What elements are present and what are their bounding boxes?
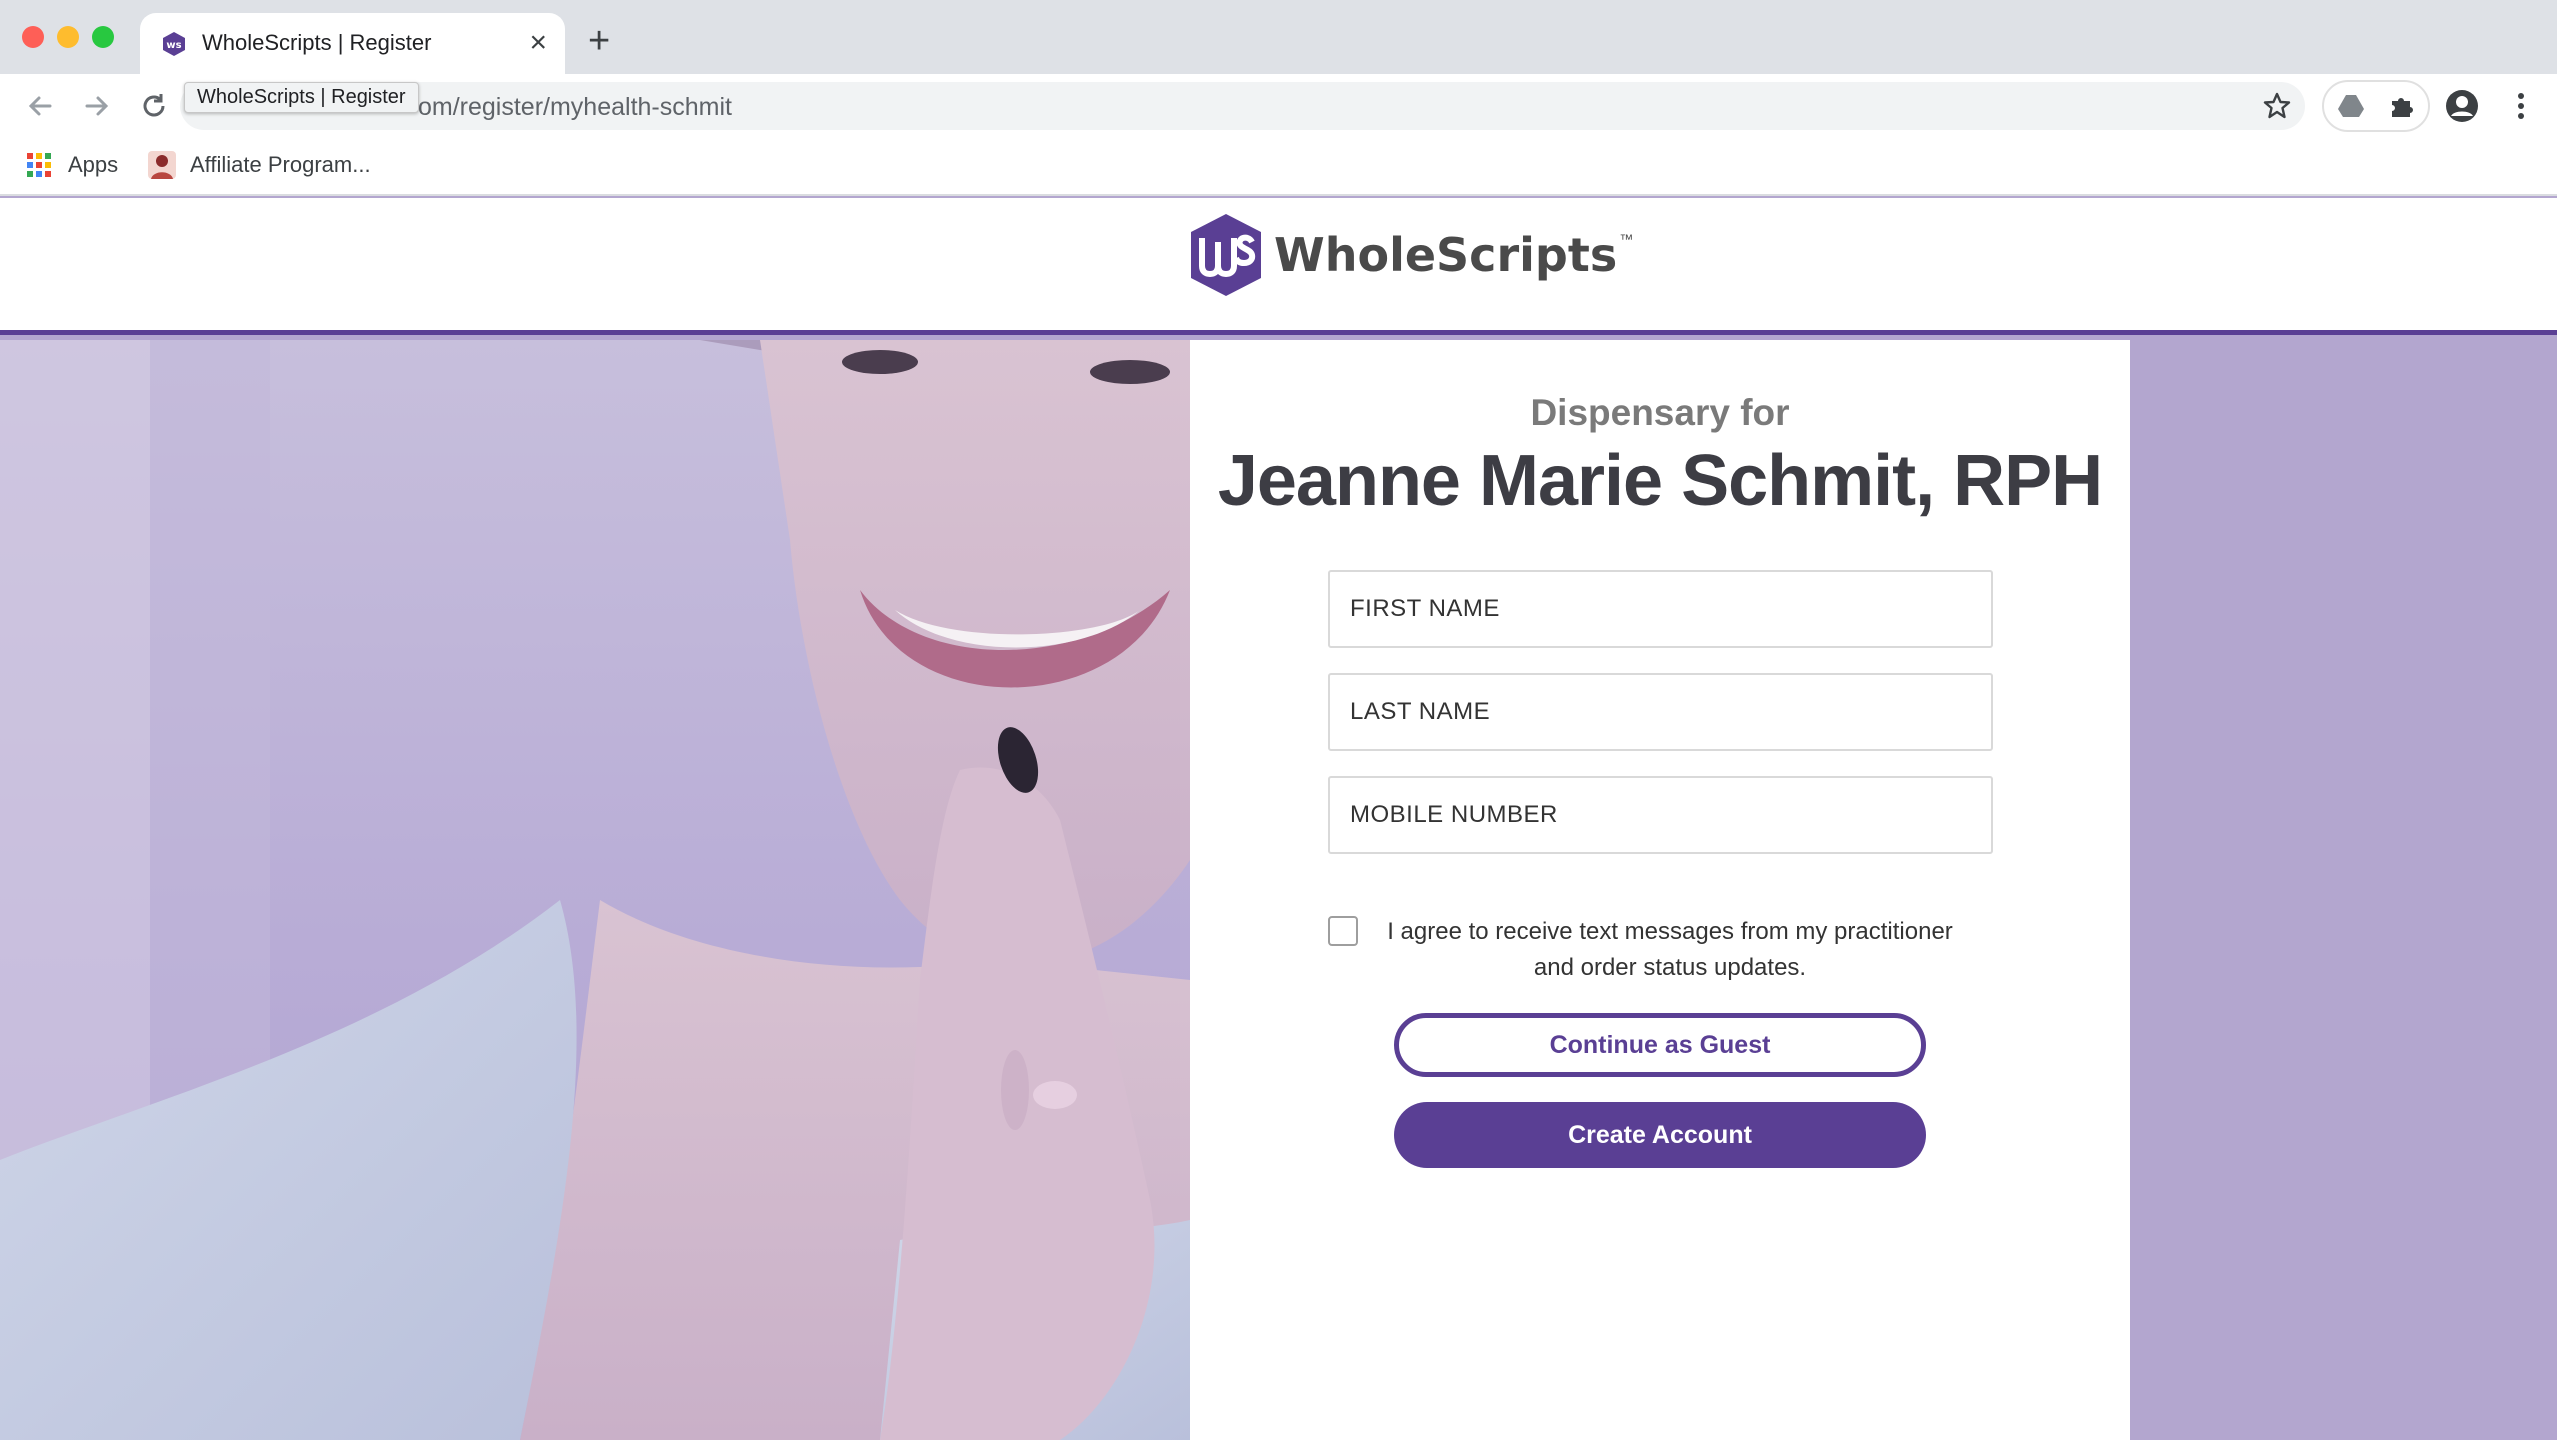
logo-wordmark: WholeScripts (1274, 228, 1618, 282)
bookmarks-bar: Apps Affiliate Program... (0, 138, 2557, 196)
google-drive-icon[interactable] (2336, 91, 2366, 121)
mobile-number-input[interactable] (1330, 778, 1991, 852)
forward-arrow-icon[interactable] (77, 86, 117, 126)
continue-as-guest-button[interactable]: Continue as Guest (1394, 1013, 1926, 1077)
affiliate-favicon-icon (148, 151, 176, 179)
svg-text:ws: ws (166, 40, 181, 51)
tab-close-icon[interactable]: × (529, 26, 547, 60)
registration-card: Dispensary for Jeanne Marie Schmit, RPH … (1190, 340, 2130, 1440)
wholescripts-logo-mark-icon (1191, 214, 1261, 296)
tab-hover-tooltip: WholeScripts | Register (184, 82, 419, 113)
logo-trademark: ™ (1619, 231, 1634, 247)
reload-icon[interactable] (134, 86, 174, 126)
browser-tab-strip: ws WholeScripts | Register × + (0, 0, 2557, 74)
create-account-button[interactable]: Create Account (1394, 1102, 1926, 1168)
more-menu-icon[interactable] (2506, 90, 2536, 122)
sms-consent-label: I agree to receive text messages from my… (1387, 918, 1953, 981)
dispensary-subtitle: Dispensary for (1530, 392, 1790, 433)
bookmark-affiliate-program[interactable]: Affiliate Program... (148, 150, 371, 180)
bookmark-label: Apps (68, 152, 119, 177)
back-arrow-icon[interactable] (20, 86, 60, 126)
maximize-window-button[interactable] (92, 26, 114, 48)
sms-consent-checkbox[interactable] (1328, 916, 1358, 946)
minimize-window-button[interactable] (57, 26, 79, 48)
background-panel-right (2130, 340, 2557, 1440)
address-bar[interactable]: om/register/myhealth-schmit (180, 82, 2305, 130)
tab-title: WholeScripts | Register (202, 30, 432, 55)
last-name-input[interactable] (1330, 675, 1991, 749)
apps-grid-icon (27, 153, 51, 177)
bookmark-apps[interactable]: Apps (26, 150, 118, 180)
wholescripts-favicon-icon: ws (163, 32, 185, 56)
new-tab-button[interactable]: + (588, 22, 610, 60)
first-name-field[interactable] (1328, 570, 1993, 648)
hero-photo (0, 340, 1190, 1440)
address-bar-url: om/register/myhealth-schmit (418, 93, 732, 121)
extensions-group (2322, 80, 2430, 132)
woman-taking-pill-illustration (0, 340, 1190, 1440)
bookmark-label: Affiliate Program... (190, 152, 371, 177)
puzzle-extensions-icon[interactable] (2386, 91, 2416, 121)
browser-tab-active[interactable]: ws WholeScripts | Register × (140, 13, 565, 74)
last-name-field[interactable] (1328, 673, 1993, 751)
first-name-input[interactable] (1330, 572, 1991, 646)
mobile-number-field[interactable] (1328, 776, 1993, 854)
close-window-button[interactable] (22, 26, 44, 48)
profile-avatar-icon[interactable] (2444, 88, 2480, 124)
practitioner-name: Jeanne Marie Schmit, RPH (1217, 441, 2103, 521)
bookmark-star-icon[interactable] (2262, 91, 2292, 121)
wholescripts-logo[interactable]: WholeScripts ™ (1188, 210, 1633, 300)
